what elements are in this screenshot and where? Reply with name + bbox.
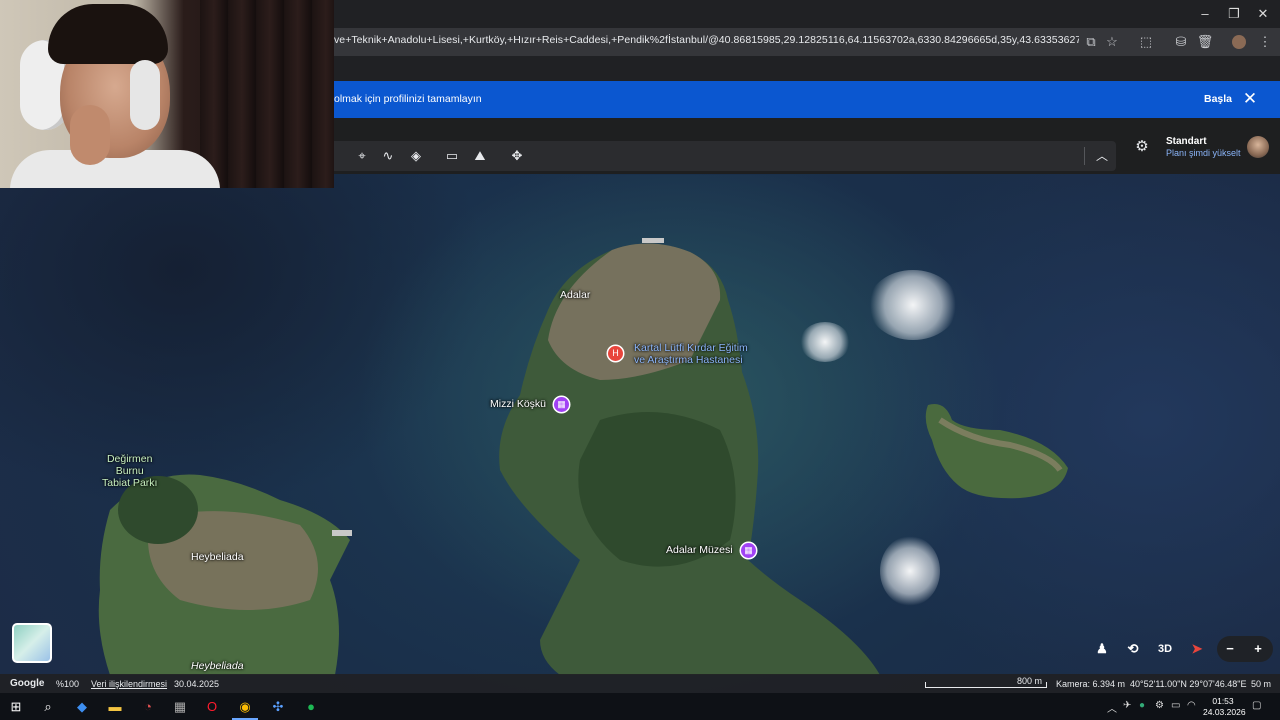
profile-icon[interactable] [1232, 35, 1246, 49]
app-icon[interactable]: ◆ [71, 696, 93, 718]
restore-button[interactable]: ❐ [1219, 4, 1249, 24]
placemark-icon[interactable]: ⌖ [352, 147, 372, 165]
windows-taskbar: ⊞ ⌕ ◆ ▬ ◔ ▦ O ◉ ✣ ● ︿ ✈ ● ⚙ ▭ ◠ 01:53 24… [0, 693, 1280, 720]
3d-toggle-button[interactable]: 3D [1152, 636, 1178, 662]
clock-time[interactable]: 01:53 [1203, 696, 1243, 706]
elevation-icon[interactable]: ⛰ [470, 147, 490, 165]
street-view-pegman-icon[interactable]: ♟ [1089, 636, 1115, 662]
museum-pin-icon[interactable]: ▦ [741, 543, 756, 558]
cloud [880, 536, 940, 606]
elevation-readout: 50 m [1251, 679, 1272, 689]
wifi-icon[interactable]: ◠ [1187, 700, 1196, 711]
incognito-icon[interactable]: ⛁ [1172, 33, 1190, 51]
banner-text: olmak için profilinizi tamamlayın [334, 93, 482, 105]
bookmark-star-icon[interactable]: ☆ [1103, 33, 1121, 51]
webcam-headphones-right [130, 60, 160, 130]
zoom-in-button[interactable]: + [1245, 636, 1271, 662]
satellite-icon[interactable]: ✥ [507, 147, 527, 165]
file-explorer-icon[interactable]: ▬ [104, 696, 126, 718]
layers-icon[interactable]: ◈ [406, 147, 426, 165]
tray-app-icon-3[interactable]: ⚙ [1155, 700, 1164, 711]
label-mizzi-kosku[interactable]: Mizzi Köşkü [490, 398, 546, 410]
url-text[interactable]: ve+Teknik+Anadolu+Lisesi,+Kurtköy,+Hızır… [334, 34, 1079, 46]
webcam-curtain [200, 0, 334, 188]
webcam-person-hand [70, 105, 110, 165]
chrome-icon[interactable]: ◉ [234, 696, 256, 718]
google-logo: Google [10, 678, 45, 689]
settings-gear-icon[interactable]: ⚙ [1133, 138, 1151, 156]
close-window-button[interactable]: ✕ [1248, 4, 1278, 24]
cloud [800, 322, 850, 362]
path-icon[interactable]: ∿ [378, 147, 398, 165]
notifications-icon[interactable]: ▢ [1252, 700, 1261, 711]
cloud [868, 270, 958, 340]
label-degirmen-burnu[interactable]: Değirmen Burnu Tabiat Parkı [102, 453, 157, 489]
profile-banner: olmak için profilinizi tamamlayın Başla … [334, 81, 1280, 118]
app-icon-blue[interactable]: ✣ [267, 696, 289, 718]
collapse-chevron-icon[interactable]: ︿ [1092, 147, 1112, 165]
label-heybeliada[interactable]: Heybeliada [191, 551, 244, 563]
tray-chevron-icon[interactable]: ︿ [1107, 700, 1117, 715]
trash-icon[interactable]: 🗑 [1196, 33, 1214, 51]
label-hospital[interactable]: Kartal Lütfi Kırdar Eğitim ve Araştırma … [634, 342, 748, 366]
map-style-thumbnail[interactable] [12, 623, 52, 663]
webcam-person-hair [48, 4, 168, 64]
upgrade-plan-link[interactable]: Planı şimdi yükselt [1166, 148, 1241, 158]
search-icon[interactable]: ⌕ [37, 696, 59, 718]
avatar[interactable] [1247, 136, 1269, 158]
compass-icon[interactable]: ➤ [1184, 636, 1210, 662]
earth-toolbar: ⌖ ∿ ◈ ▭ ⛰ ✥ ︿ [334, 141, 1116, 171]
rotate-reset-icon[interactable]: ⟲ [1120, 636, 1146, 662]
banner-close-icon[interactable]: ✕ [1240, 87, 1260, 111]
banner-start-button[interactable]: Başla [1204, 93, 1232, 105]
label-adalar[interactable]: Adalar [560, 289, 590, 301]
museum-pin-icon[interactable]: ▦ [554, 397, 569, 412]
calculator-icon[interactable]: ▦ [169, 696, 191, 718]
minimize-button[interactable]: – [1190, 4, 1220, 24]
coordinates-readout: 40°52'11.00"N 29°07'46.48"E [1130, 679, 1247, 689]
plan-name: Standart [1166, 136, 1207, 147]
sedef-island [925, 404, 1068, 499]
status-bar: Google %100 Veri ilişkilendirmesi 30.04.… [0, 674, 1280, 693]
webcam-overlay [0, 0, 334, 188]
system-monitor-icon[interactable]: ◔ [137, 696, 159, 718]
toolbar-divider [1084, 147, 1085, 165]
scale-label: 800 m [1017, 676, 1043, 686]
bookmarks-gap [334, 56, 1280, 81]
extensions-icon[interactable]: ⬚ [1137, 33, 1155, 51]
measure-icon[interactable]: ▭ [442, 147, 462, 165]
address-bar[interactable]: ve+Teknik+Anadolu+Lisesi,+Kurtköy,+Hızır… [334, 28, 1280, 56]
tray-app-icon[interactable]: ✈ [1123, 700, 1131, 711]
spotify-icon[interactable]: ● [300, 696, 322, 718]
data-attribution-link[interactable]: Veri ilişkilendirmesi [91, 679, 167, 689]
network-icon[interactable]: ▭ [1171, 700, 1180, 711]
camera-altitude: Kamera: 6.394 m [1056, 679, 1126, 689]
zoom-level: %100 [56, 679, 80, 689]
hospital-pin-icon[interactable]: H [608, 346, 623, 361]
imagery-date: 30.04.2025 [174, 679, 220, 689]
zoom-controls: − + [1217, 636, 1273, 662]
menu-kebab-icon[interactable]: ⋮ [1256, 33, 1274, 51]
label-adalar-muzesi[interactable]: Adalar Müzesi [666, 544, 733, 556]
tray-app-icon-2[interactable]: ● [1139, 700, 1145, 711]
install-app-icon[interactable]: ⧉ [1082, 33, 1100, 51]
label-heybeliada-lower[interactable]: Heybeliada [191, 660, 244, 672]
zoom-out-button[interactable]: − [1217, 636, 1243, 662]
opera-icon[interactable]: O [201, 696, 223, 718]
windows-start-icon[interactable]: ⊞ [5, 696, 27, 718]
clock-date[interactable]: 24.03.2026 [1203, 707, 1246, 717]
